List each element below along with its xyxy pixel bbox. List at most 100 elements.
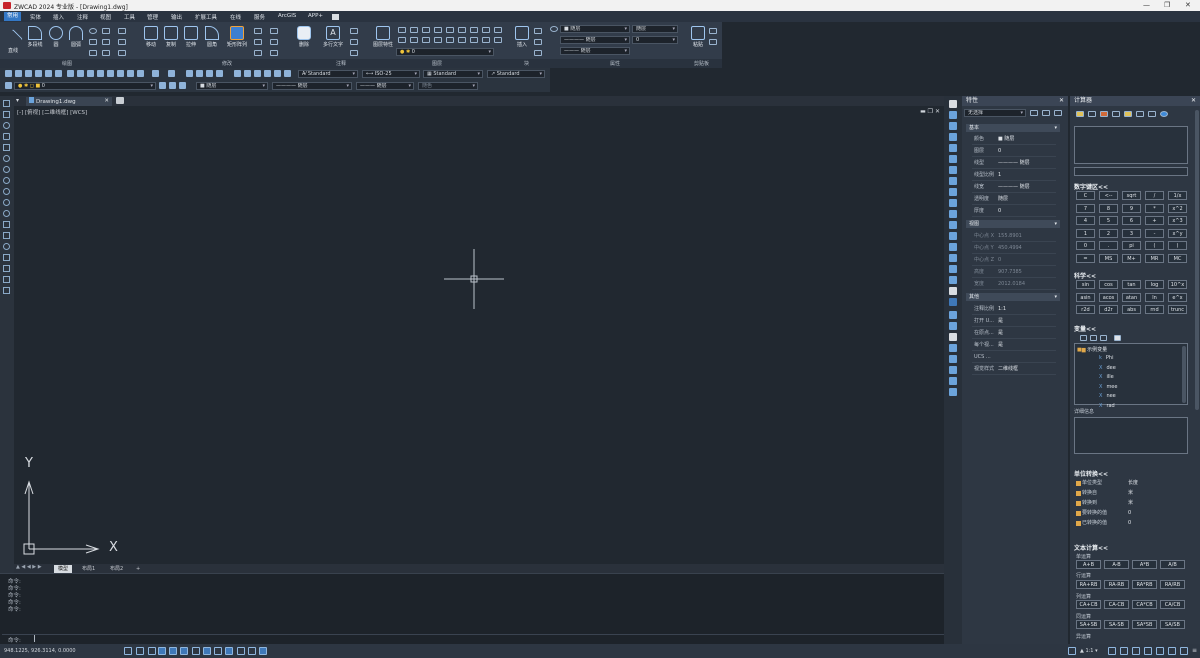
move-button[interactable]: 移动 xyxy=(142,26,160,48)
calc-key-button[interactable]: 6 xyxy=(1122,216,1141,225)
calc-sci-button[interactable]: sin xyxy=(1076,280,1095,289)
revcloud-v-icon[interactable] xyxy=(3,177,10,184)
unit-conversion-label[interactable]: 单位转换<< xyxy=(1074,469,1108,478)
insert-v-icon[interactable] xyxy=(3,221,10,228)
text-op-button[interactable]: A+B xyxy=(1076,560,1101,569)
polyline-v-icon[interactable] xyxy=(3,122,10,129)
prop-row-anno-scale[interactable]: 注释比例 1:1 xyxy=(972,304,1056,315)
calc-sci-button[interactable]: acos xyxy=(1099,292,1118,302)
lineweight-toolbar-dropdown[interactable]: ——— 随层 xyxy=(356,82,414,90)
explode-v-icon[interactable] xyxy=(949,265,957,273)
selection-dropdown[interactable]: 无选择 xyxy=(964,109,1026,117)
calc-key-button[interactable]: MR xyxy=(1145,253,1164,263)
ortho-icon[interactable] xyxy=(148,647,156,655)
zoom-realtime-icon[interactable] xyxy=(196,70,203,77)
layer-previous-icon[interactable] xyxy=(458,27,466,33)
layer-translate-icon[interactable] xyxy=(470,37,478,43)
calc-key-button[interactable]: MC xyxy=(1168,253,1187,263)
hatch-v-icon[interactable] xyxy=(3,254,10,261)
prop-row-visual-style[interactable]: 视觉样式 二维线框 xyxy=(972,364,1056,375)
lock-ui-icon[interactable] xyxy=(1144,647,1152,655)
xref-v-icon[interactable] xyxy=(949,355,957,363)
hatch-icon[interactable] xyxy=(89,39,97,45)
text-op-button[interactable]: A*B xyxy=(1132,560,1157,569)
prop-row-center-y[interactable]: 中心点 Y 450.4994 xyxy=(972,243,1056,254)
offset-icon[interactable] xyxy=(254,50,262,56)
variable-item[interactable]: Xdee xyxy=(1099,365,1116,371)
table-v-icon[interactable] xyxy=(3,276,10,283)
polyline-button[interactable]: 多段线 xyxy=(24,26,46,48)
text-op-button[interactable]: CA-CB xyxy=(1104,600,1129,609)
layer-vp-icon[interactable] xyxy=(458,37,466,43)
qp-icon[interactable] xyxy=(237,647,245,655)
scientific-label[interactable]: 科学<< xyxy=(1074,271,1096,280)
copy-v-icon[interactable] xyxy=(949,111,957,119)
paste-tb-icon[interactable] xyxy=(87,70,94,77)
rectangle-icon[interactable] xyxy=(102,28,110,34)
stretch-v-icon[interactable] xyxy=(949,188,957,196)
calc-key-button[interactable]: <-- xyxy=(1099,191,1118,200)
hardware-accel-icon[interactable] xyxy=(1168,647,1176,655)
am-icon[interactable] xyxy=(259,647,267,655)
properties-close-icon[interactable]: ✕ xyxy=(1059,96,1064,106)
calc-tb-icon[interactable] xyxy=(284,70,291,77)
restore-icon[interactable]: ❐ xyxy=(1164,1,1170,9)
table-icon[interactable] xyxy=(350,50,358,56)
section-other[interactable]: 其他 xyxy=(966,293,1060,301)
arc-v-icon[interactable] xyxy=(3,155,10,162)
calc-key-button[interactable]: 1 xyxy=(1076,228,1095,238)
linetype-dropdown[interactable]: ———— 随层 xyxy=(560,36,630,44)
plotstyle-toolbar-dropdown[interactable]: 随色 xyxy=(418,82,478,90)
color-dropdown[interactable]: ■ 随层 xyxy=(560,25,630,33)
close-icon[interactable]: ✕ xyxy=(1185,1,1191,9)
offset-v-icon[interactable] xyxy=(949,133,957,141)
menu-tab-insert[interactable]: 插入 xyxy=(53,13,64,21)
scale-icon[interactable] xyxy=(270,39,278,45)
pedit-v-icon[interactable] xyxy=(949,276,957,284)
plot-style-dropdown[interactable]: 随层 xyxy=(632,25,678,33)
insert-block-button[interactable]: 插入 xyxy=(512,26,532,48)
drawing-canvas[interactable]: [-] [俯视] [二维线框] [WCS] ▬ ❐ ✕ Y X xyxy=(14,106,944,564)
text-op-button[interactable]: RA/RB xyxy=(1160,580,1185,589)
paste-value-icon[interactable] xyxy=(1100,111,1108,117)
edit-block-icon[interactable] xyxy=(534,39,542,45)
tab-model[interactable]: 模型 xyxy=(54,565,73,573)
autoscale-icon[interactable] xyxy=(1120,647,1128,655)
unit-row[interactable]: 已转换的值 0 xyxy=(1076,519,1188,528)
workspace-icon[interactable] xyxy=(1132,647,1140,655)
text-style-dropdown[interactable]: A⁄ Standard xyxy=(298,70,358,78)
menu-tab-output[interactable]: 输出 xyxy=(171,13,182,21)
prop-row-thickness[interactable]: 厚度 0 xyxy=(972,206,1056,217)
prop-row-center-x[interactable]: 中心点 X 155.8901 xyxy=(972,231,1056,242)
save-icon[interactable] xyxy=(25,70,32,77)
mirror-icon[interactable] xyxy=(254,39,262,45)
create-block-icon[interactable] xyxy=(534,28,542,34)
xline-v-icon[interactable] xyxy=(3,111,10,118)
polygon-v-icon[interactable] xyxy=(3,133,10,140)
doc-tab-drawing1[interactable]: Drawing1.dwg ✕ xyxy=(26,97,112,106)
calc-key-button[interactable]: 8 xyxy=(1099,203,1118,213)
layout-nav-icon[interactable]: ▲ ◀ ◀ ▶ ▶ xyxy=(16,564,42,570)
dim-style-dropdown[interactable]: ⟷ ISO-25 xyxy=(362,70,420,78)
prop-row-width[interactable]: 宽度 2012.0184 xyxy=(972,279,1056,290)
layer-match-icon[interactable] xyxy=(446,27,454,33)
sc-icon[interactable] xyxy=(248,647,256,655)
calc-key-button[interactable]: 5 xyxy=(1099,216,1118,225)
layer-unlock-icon[interactable] xyxy=(422,37,430,43)
new-icon[interactable] xyxy=(5,70,12,77)
calc-v-icon[interactable] xyxy=(949,298,957,306)
osnap-icon[interactable] xyxy=(169,647,177,655)
calc-sci-button[interactable]: e^x xyxy=(1168,292,1187,302)
text-op-button[interactable]: RA+RB xyxy=(1076,580,1101,589)
calc-key-button[interactable]: 0 xyxy=(1076,241,1095,250)
calc-key-button[interactable]: M+ xyxy=(1122,253,1141,263)
calc-sci-button[interactable]: 10^x xyxy=(1168,280,1187,289)
block-tb-icon[interactable] xyxy=(107,70,114,77)
text-op-button[interactable]: A/B xyxy=(1160,560,1185,569)
calc-key-button[interactable]: 2 xyxy=(1099,228,1118,238)
circle-button[interactable]: 圆 xyxy=(47,26,65,48)
calc-sci-button[interactable]: tan xyxy=(1122,280,1141,289)
layer-manager-tb-icon[interactable] xyxy=(5,82,12,89)
layer-properties-button[interactable]: 图层特性 xyxy=(370,26,396,48)
variable-item[interactable]: Xille xyxy=(1099,374,1114,380)
